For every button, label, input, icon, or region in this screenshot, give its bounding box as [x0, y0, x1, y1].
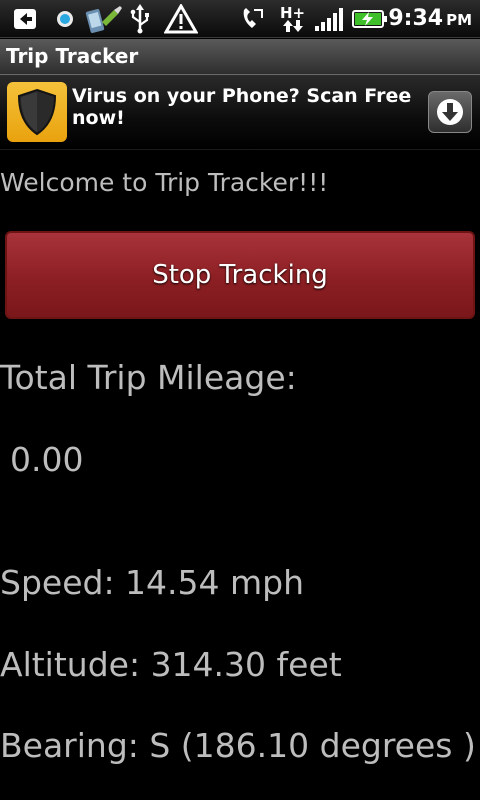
signal-bars-icon	[314, 5, 346, 33]
circle-notification-icon	[54, 5, 76, 33]
warning-icon	[164, 4, 198, 34]
stop-tracking-button[interactable]: Stop Tracking	[5, 231, 475, 319]
usb-icon	[128, 4, 152, 34]
ad-banner[interactable]: Virus on your Phone? Scan Free now!	[0, 75, 480, 150]
back-arrow-icon	[10, 5, 38, 33]
network-type-label: H+	[280, 4, 306, 22]
app-title: Trip Tracker	[0, 39, 480, 75]
bearing-readout: Bearing: S (186.10 degrees )	[0, 726, 476, 765]
mileage-value: 0.00	[10, 440, 84, 479]
mileage-label: Total Trip Mileage:	[0, 358, 297, 397]
shield-icon	[7, 82, 67, 142]
battery-charging-icon	[352, 5, 388, 33]
download-icon[interactable]	[428, 91, 472, 133]
app-install-icon	[84, 5, 124, 33]
speed-readout: Speed: 14.54 mph	[0, 563, 305, 602]
status-time-value: 9:34	[388, 6, 444, 31]
altitude-readout: Altitude: 314.30 feet	[0, 645, 342, 684]
network-hplus-icon: H+	[280, 5, 305, 33]
status-time: 9:34 PM	[388, 4, 472, 34]
ad-text[interactable]: Virus on your Phone? Scan Free now!	[72, 85, 412, 129]
status-time-ampm: PM	[446, 11, 472, 29]
welcome-text: Welcome to Trip Tracker!!!	[0, 168, 329, 197]
no-signal-phone-icon	[240, 5, 264, 33]
status-bar: H+ 9:34 PM	[0, 0, 480, 38]
